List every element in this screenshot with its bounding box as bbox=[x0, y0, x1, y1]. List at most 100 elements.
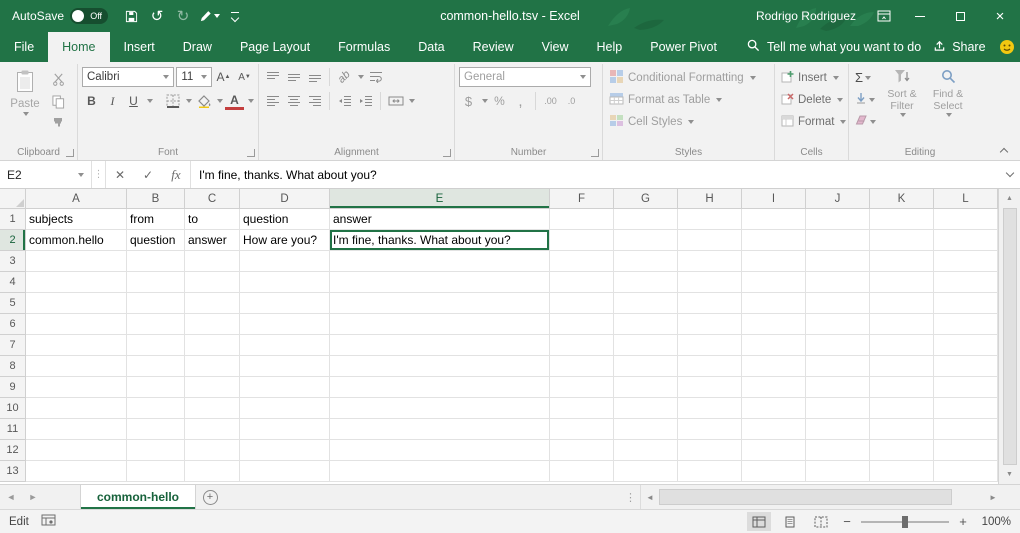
row-header-1[interactable]: 1 bbox=[0, 209, 26, 230]
row-header-9[interactable]: 9 bbox=[0, 377, 26, 398]
cell[interactable] bbox=[185, 398, 240, 419]
cell[interactable] bbox=[678, 440, 742, 461]
cell[interactable] bbox=[330, 335, 550, 356]
scroll-right-icon[interactable]: ► bbox=[984, 485, 1002, 509]
cell[interactable] bbox=[614, 293, 678, 314]
cell[interactable] bbox=[806, 335, 870, 356]
format-cells-button[interactable]: Format bbox=[779, 111, 844, 132]
cell-a1[interactable]: subjects bbox=[26, 209, 127, 230]
tab-help[interactable]: Help bbox=[583, 32, 637, 62]
cell[interactable] bbox=[330, 251, 550, 272]
share-button[interactable]: Share bbox=[921, 32, 997, 62]
insert-cells-button[interactable]: Insert bbox=[779, 67, 844, 88]
cell[interactable] bbox=[185, 293, 240, 314]
cell[interactable] bbox=[870, 209, 934, 230]
column-header-b[interactable]: B bbox=[127, 189, 185, 209]
cell[interactable] bbox=[614, 419, 678, 440]
cell[interactable] bbox=[26, 461, 127, 482]
cell[interactable] bbox=[127, 419, 185, 440]
cell[interactable] bbox=[678, 461, 742, 482]
cell[interactable] bbox=[240, 461, 330, 482]
format-as-table-button[interactable]: Format as Table bbox=[607, 89, 770, 110]
cell-b1[interactable]: from bbox=[127, 209, 185, 230]
cell[interactable] bbox=[870, 251, 934, 272]
cell[interactable] bbox=[330, 293, 550, 314]
scroll-left-icon[interactable]: ◄ bbox=[641, 485, 659, 509]
cell[interactable] bbox=[550, 419, 614, 440]
cell[interactable] bbox=[678, 293, 742, 314]
cell[interactable] bbox=[742, 293, 806, 314]
cell[interactable] bbox=[550, 377, 614, 398]
cell[interactable] bbox=[870, 461, 934, 482]
autosave-switch[interactable]: Off bbox=[70, 8, 108, 24]
autosum-button[interactable]: Σ bbox=[853, 68, 878, 87]
cell[interactable] bbox=[806, 419, 870, 440]
cell[interactable] bbox=[127, 293, 185, 314]
decrease-decimal-button[interactable]: .0 bbox=[562, 91, 581, 111]
cell[interactable] bbox=[127, 461, 185, 482]
cell[interactable] bbox=[330, 419, 550, 440]
italic-button[interactable]: I bbox=[103, 91, 122, 111]
tab-file[interactable]: File bbox=[0, 32, 48, 62]
cell[interactable] bbox=[127, 272, 185, 293]
cell[interactable] bbox=[678, 398, 742, 419]
clipboard-dialog-launcher-icon[interactable] bbox=[66, 149, 74, 157]
redo-button[interactable]: ↻ bbox=[170, 3, 196, 29]
cell[interactable] bbox=[330, 440, 550, 461]
cell[interactable] bbox=[742, 209, 806, 230]
cell[interactable] bbox=[806, 293, 870, 314]
row-header-13[interactable]: 13 bbox=[0, 461, 26, 482]
column-header-i[interactable]: I bbox=[742, 189, 806, 209]
cell[interactable] bbox=[742, 251, 806, 272]
cell[interactable] bbox=[240, 314, 330, 335]
cell[interactable] bbox=[330, 398, 550, 419]
cell[interactable] bbox=[614, 398, 678, 419]
vertical-scrollbar-thumb[interactable] bbox=[1003, 208, 1017, 465]
cell[interactable] bbox=[614, 209, 678, 230]
underline-dropdown-arrow[interactable] bbox=[147, 99, 153, 103]
top-align-icon[interactable] bbox=[263, 67, 282, 87]
delete-cells-button[interactable]: Delete bbox=[779, 89, 844, 110]
cell[interactable] bbox=[934, 356, 998, 377]
vertical-scrollbar[interactable]: ▲ ▼ bbox=[998, 189, 1020, 484]
tab-scrollbar-splitter[interactable]: ⋮ bbox=[621, 485, 640, 509]
cell[interactable] bbox=[550, 356, 614, 377]
cell[interactable] bbox=[330, 356, 550, 377]
cell[interactable] bbox=[678, 230, 742, 251]
tab-home[interactable]: Home bbox=[48, 32, 109, 62]
select-all-button[interactable] bbox=[0, 189, 26, 209]
font-color-button[interactable]: A bbox=[225, 93, 244, 110]
scroll-up-icon[interactable]: ▲ bbox=[1001, 191, 1018, 206]
cell[interactable] bbox=[934, 335, 998, 356]
cell[interactable] bbox=[127, 440, 185, 461]
font-size-select[interactable]: 11 bbox=[176, 67, 212, 87]
cell[interactable] bbox=[240, 377, 330, 398]
font-color-dropdown-arrow[interactable] bbox=[248, 99, 254, 103]
row-header-2[interactable]: 2 bbox=[0, 230, 26, 251]
cell[interactable] bbox=[26, 314, 127, 335]
cell[interactable] bbox=[742, 398, 806, 419]
cell[interactable] bbox=[185, 335, 240, 356]
cell[interactable] bbox=[127, 314, 185, 335]
cell[interactable] bbox=[185, 461, 240, 482]
cell[interactable] bbox=[934, 251, 998, 272]
cell[interactable] bbox=[26, 440, 127, 461]
cell-a2[interactable]: common.hello bbox=[26, 230, 127, 251]
horizontal-scrollbar-track[interactable] bbox=[659, 485, 984, 509]
cell-e2-active[interactable]: I'm fine, thanks. What about you? bbox=[330, 230, 550, 251]
orientation-button[interactable]: ab bbox=[335, 67, 354, 87]
cell-c1[interactable]: to bbox=[185, 209, 240, 230]
cell[interactable] bbox=[870, 293, 934, 314]
cell[interactable] bbox=[678, 251, 742, 272]
number-format-select[interactable]: General bbox=[459, 67, 591, 87]
cell[interactable] bbox=[806, 314, 870, 335]
cell[interactable] bbox=[614, 461, 678, 482]
cell[interactable] bbox=[678, 356, 742, 377]
cell[interactable] bbox=[185, 419, 240, 440]
cell-d2[interactable]: How are you? bbox=[240, 230, 330, 251]
cell[interactable] bbox=[330, 461, 550, 482]
cell[interactable] bbox=[870, 272, 934, 293]
column-header-g[interactable]: G bbox=[614, 189, 678, 209]
cell-d1[interactable]: question bbox=[240, 209, 330, 230]
cell[interactable] bbox=[26, 377, 127, 398]
